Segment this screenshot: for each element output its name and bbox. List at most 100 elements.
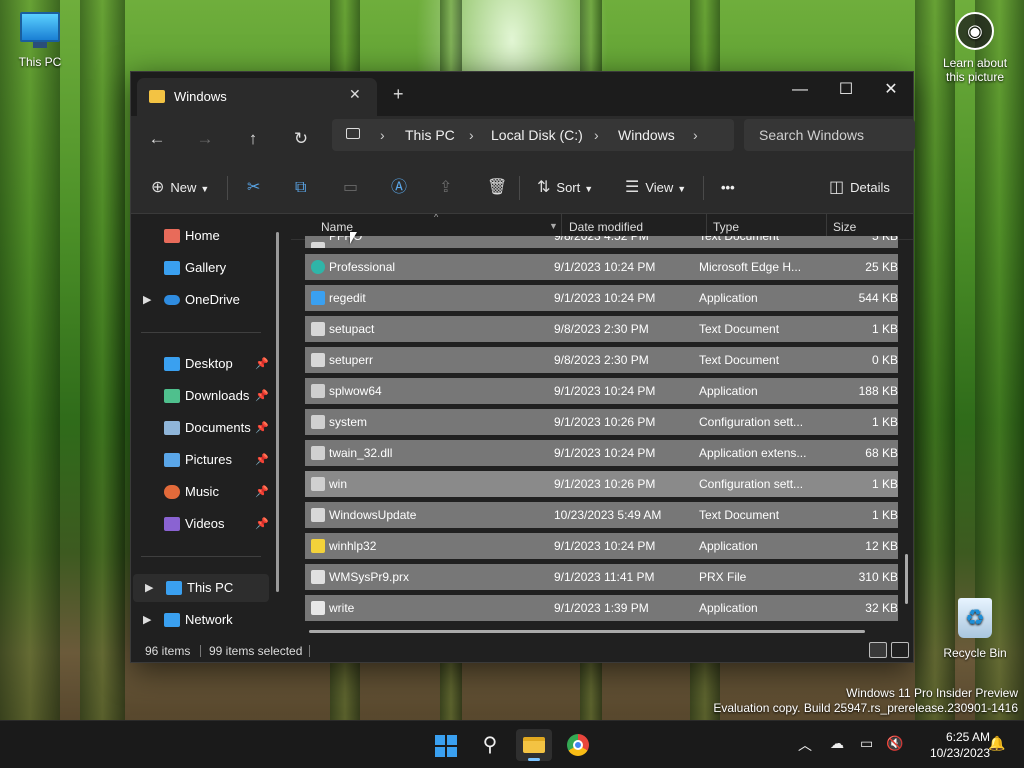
file-name: setuperr — [329, 353, 374, 367]
maximize-button[interactable]: ☐ — [823, 76, 869, 106]
tab-close-button[interactable]: ✕ — [349, 86, 361, 103]
pin-icon[interactable]: 📌 — [255, 478, 269, 506]
table-row[interactable]: win 9/1/2023 10:26 PM Configuration sett..… — [305, 471, 898, 497]
breadcrumb-local-disk[interactable]: Local Disk (C:) — [491, 127, 583, 143]
sidebar-item-this-pc[interactable]: ▶ This PC — [133, 574, 269, 602]
desktop-icon-recycle-bin[interactable]: ♻ Recycle Bin — [935, 598, 1015, 660]
sidebar-item-downloads[interactable]: Downloads 📌 — [131, 382, 271, 410]
file-type: Application extens... — [699, 446, 807, 460]
refresh-button[interactable]: ↻ — [287, 126, 315, 152]
chevron-right-icon[interactable]: ▶ — [143, 606, 151, 634]
file-size: 1 KB — [871, 477, 898, 491]
large-icons-view-button[interactable] — [891, 642, 909, 658]
table-row[interactable]: regedit 9/1/2023 10:24 PM Application 544 K… — [305, 285, 898, 311]
sidebar-item-gallery[interactable]: Gallery — [131, 254, 271, 282]
file-type: Text Document — [699, 508, 780, 522]
column-name[interactable]: Name — [321, 220, 353, 234]
tab-windows[interactable]: Windows ✕ — [137, 78, 377, 116]
speaker-muted-icon[interactable]: 🔇 — [886, 735, 903, 752]
file-type: Text Document — [699, 322, 780, 336]
table-row[interactable]: system 9/1/2023 10:26 PM Configuration set… — [305, 409, 898, 435]
file-date-modified: 9/1/2023 11:41 PM — [554, 570, 655, 584]
pin-icon[interactable]: 📌 — [255, 350, 269, 378]
sidebar-item-pictures[interactable]: Pictures 📌 — [131, 446, 271, 474]
monitor-icon[interactable]: ▭ — [860, 735, 873, 752]
delete-button[interactable]: 🗑 — [487, 176, 513, 200]
chevron-up-icon[interactable]: ︿ — [798, 735, 812, 755]
share-button[interactable]: ⇪ — [439, 176, 458, 200]
start-button[interactable] — [428, 729, 464, 761]
copy-button[interactable]: ⧉ — [295, 176, 312, 200]
file-name: Professional — [329, 260, 396, 274]
vertical-scrollbar[interactable] — [905, 554, 908, 604]
chevron-down-icon[interactable]: ▼ — [549, 221, 558, 231]
table-row[interactable]: setupact 9/8/2023 2:30 PM Text Document 1 K… — [305, 316, 898, 342]
table-row[interactable]: WindowsUpdate 10/23/2023 5:49 AM Text Docu… — [305, 502, 898, 528]
up-button[interactable]: ↑ — [239, 126, 267, 152]
table-row[interactable]: setuperr 9/8/2023 2:30 PM Text Document 0 K… — [305, 347, 898, 373]
forward-button[interactable]: → — [191, 126, 219, 152]
chrome-taskbar-button[interactable] — [560, 729, 596, 761]
table-row[interactable]: winhlp32 9/1/2023 10:24 PM Application 12 K… — [305, 533, 898, 559]
details-view-button[interactable] — [869, 642, 887, 658]
view-button[interactable]: ☰ View ▼ — [625, 176, 686, 200]
sort-arrow-icon: ^ — [434, 214, 439, 222]
horizontal-scrollbar[interactable] — [309, 630, 865, 633]
sidebar-item-documents[interactable]: Documents 📌 — [131, 414, 271, 442]
search-box[interactable]: Search Windows — [744, 119, 915, 151]
column-date-modified[interactable]: Date modified — [569, 220, 643, 234]
sidebar-item-videos[interactable]: Videos 📌 — [131, 510, 271, 538]
pin-icon[interactable]: 📌 — [255, 382, 269, 410]
address-bar[interactable]: › This PC › Local Disk (C:) › Windows › — [332, 119, 734, 151]
sidebar-scrollbar[interactable] — [276, 232, 279, 592]
file-name: regedit — [329, 291, 366, 305]
file-type: Application — [699, 291, 758, 305]
system-clock[interactable]: 6:25 AM 10/23/2023 — [914, 729, 990, 761]
sidebar-item-onedrive[interactable]: ▶ OneDrive — [131, 286, 271, 314]
column-type[interactable]: Type — [713, 220, 739, 234]
music-icon — [164, 485, 180, 499]
paste-button[interactable]: ▭ — [343, 176, 364, 200]
minimize-button[interactable]: — — [777, 76, 823, 106]
more-options-button[interactable]: ••• — [721, 176, 735, 200]
column-size[interactable]: Size — [833, 220, 856, 234]
sort-button[interactable]: ⇅ Sort ▼ — [537, 176, 593, 200]
table-row[interactable]: twain_32.dll 9/1/2023 10:24 PM Application… — [305, 440, 898, 466]
cut-button[interactable]: ✂ — [247, 176, 266, 200]
file-date-modified: 9/1/2023 1:39 PM — [554, 601, 649, 615]
desktop-icon-this-pc[interactable]: This PC — [0, 12, 80, 69]
chevron-right-icon[interactable]: ▶ — [143, 286, 151, 314]
file-explorer-taskbar-button[interactable] — [516, 729, 552, 761]
breadcrumb-this-pc[interactable]: This PC — [405, 127, 455, 143]
evaluation-watermark: Windows 11 Pro Insider Preview Evaluatio… — [713, 686, 1018, 715]
sidebar-item-home[interactable]: Home — [131, 222, 271, 250]
table-row[interactable]: write 9/1/2023 1:39 PM Application 32 KB — [305, 595, 898, 621]
file-name: write — [329, 601, 355, 615]
file-size: 12 KB — [865, 539, 898, 553]
table-row[interactable]: Professional 9/1/2023 10:24 PM Microsoft E… — [305, 254, 898, 280]
rename-button[interactable]: Ⓐ — [391, 176, 413, 200]
onedrive-status-icon[interactable]: ☁ — [830, 735, 844, 752]
notification-bell-icon[interactable]: 🔔 — [988, 735, 1005, 752]
monitor-icon — [20, 12, 60, 42]
close-button[interactable]: ✕ — [868, 76, 914, 106]
sidebar-item-network[interactable]: ▶ Network — [131, 606, 271, 634]
back-button[interactable]: ← — [143, 126, 171, 152]
search-button[interactable]: ⚲ — [472, 729, 508, 761]
chevron-right-icon[interactable]: ▶ — [145, 574, 153, 602]
details-pane-button[interactable]: ◫ Details — [829, 176, 890, 200]
table-row[interactable]: PFRO 9/8/2023 4:52 PM Text Document 5 KB — [305, 236, 898, 248]
new-button[interactable]: ⊕ New ▼ — [151, 176, 209, 200]
pin-icon[interactable]: 📌 — [255, 414, 269, 442]
sidebar-item-desktop[interactable]: Desktop 📌 — [131, 350, 271, 378]
breadcrumb-windows[interactable]: Windows — [618, 127, 675, 143]
table-row[interactable]: WMSysPr9.prx 9/1/2023 11:41 PM PRX File 310… — [305, 564, 898, 590]
file-name: win — [329, 477, 348, 491]
table-row[interactable]: splwow64 9/1/2023 10:24 PM Application 188 … — [305, 378, 898, 404]
pin-icon[interactable]: 📌 — [255, 510, 269, 538]
pin-icon[interactable]: 📌 — [255, 446, 269, 474]
new-tab-button[interactable]: + — [393, 84, 404, 105]
downloads-icon — [164, 389, 180, 403]
sidebar-item-music[interactable]: Music 📌 — [131, 478, 271, 506]
desktop-icon-learn-about-picture[interactable]: ◉ Learn about this picture — [935, 12, 1015, 84]
